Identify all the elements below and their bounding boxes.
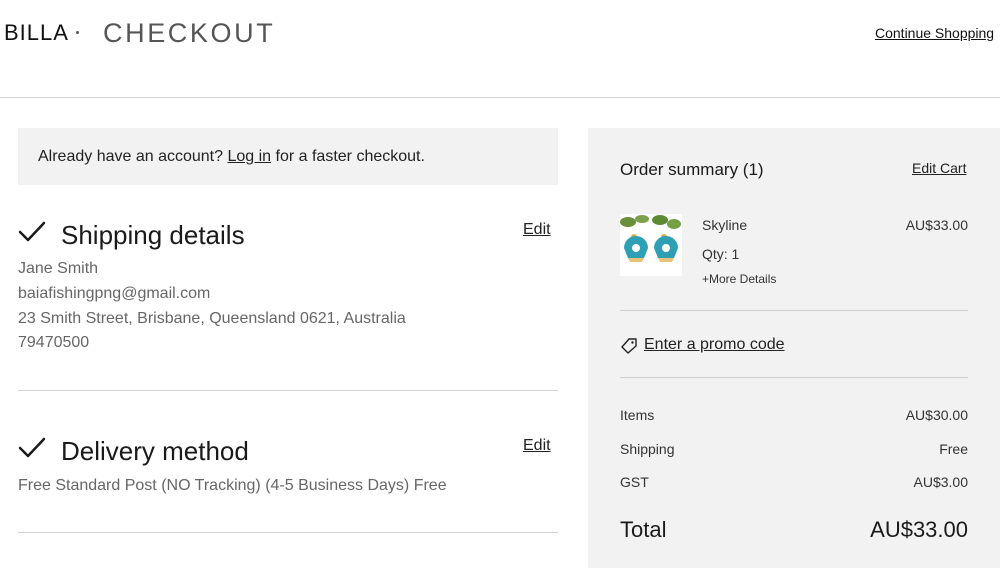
shipping-phone: 79470500 bbox=[18, 334, 90, 351]
logo-dot bbox=[76, 31, 79, 34]
continue-shopping-link[interactable]: Continue Shopping bbox=[875, 25, 994, 41]
brand-logo-text: BILLA bbox=[4, 20, 69, 45]
more-details-toggle[interactable]: +More Details bbox=[702, 272, 776, 286]
product-thumbnail bbox=[620, 214, 682, 276]
items-value: AU$30.00 bbox=[905, 407, 968, 423]
shipping-name: Jane Smith bbox=[18, 260, 99, 277]
login-link[interactable]: Log in bbox=[227, 148, 271, 165]
login-suffix: for a faster checkout. bbox=[275, 148, 425, 165]
delivery-method-text: Free Standard Post (NO Tracking) (4-5 Bu… bbox=[18, 477, 447, 494]
section-divider bbox=[18, 390, 558, 391]
shipping-email: baiafishingpng@gmail.com bbox=[18, 285, 211, 302]
shipping-value: Free bbox=[939, 441, 968, 457]
earrings-image bbox=[620, 214, 682, 276]
product-name[interactable]: Skyline bbox=[702, 217, 747, 233]
shipping-label: Shipping bbox=[620, 441, 675, 457]
site-header: BILLA CHECKOUT Continue Shopping bbox=[0, 0, 1000, 98]
page-title: CHECKOUT bbox=[103, 18, 276, 48]
items-label: Items bbox=[620, 407, 655, 423]
total-label: Total bbox=[620, 517, 667, 542]
shipping-address: 23 Smith Street, Brisbane, Queensland 06… bbox=[18, 310, 406, 327]
checkmark-icon bbox=[18, 437, 46, 458]
product-quantity: Qty: 1 bbox=[702, 246, 740, 262]
summary-divider bbox=[620, 377, 968, 378]
summary-divider bbox=[620, 310, 968, 311]
login-prefix: Already have an account? bbox=[38, 148, 224, 165]
product-price: AU$33.00 bbox=[905, 217, 968, 233]
checkmark-icon bbox=[18, 221, 46, 242]
edit-shipping-button[interactable]: Edit bbox=[523, 221, 551, 239]
order-summary-panel: Order summary (1) Edit Cart Skyline AU$3… bbox=[588, 128, 1000, 568]
edit-delivery-button[interactable]: Edit bbox=[523, 437, 551, 455]
edit-cart-link[interactable]: Edit Cart bbox=[912, 160, 966, 176]
total-value: AU$33.00 bbox=[870, 517, 968, 542]
login-banner-text: Already have an account? Log in for a fa… bbox=[38, 148, 425, 166]
login-banner: Already have an account? Log in for a fa… bbox=[18, 128, 558, 185]
gst-label: GST bbox=[620, 474, 649, 490]
brand-logo[interactable]: BILLA bbox=[4, 20, 79, 46]
section-divider bbox=[18, 532, 558, 533]
promo-code-label: Enter a promo code bbox=[644, 336, 785, 353]
shipping-details-title: Shipping details bbox=[61, 220, 245, 250]
tag-icon bbox=[621, 338, 637, 354]
gst-value: AU$3.00 bbox=[913, 474, 968, 490]
order-summary-title: Order summary (1) bbox=[620, 160, 764, 179]
delivery-method-title: Delivery method bbox=[61, 436, 249, 466]
